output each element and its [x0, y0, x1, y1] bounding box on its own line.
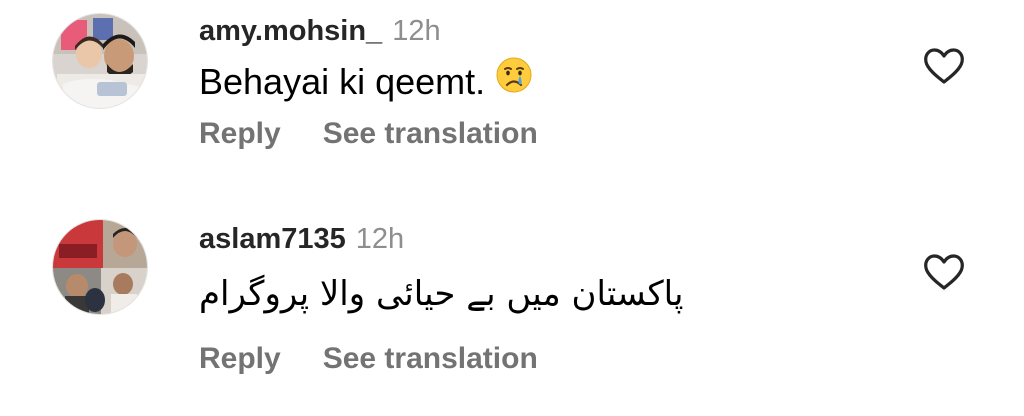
avatar[interactable]	[52, 13, 148, 109]
comment-text: Behayai ki qeemt.	[199, 57, 533, 104]
timestamp: 12h	[392, 15, 441, 47]
see-translation-button[interactable]: See translation	[323, 117, 538, 150]
timestamp: 12h	[355, 223, 405, 255]
heart-outline-icon[interactable]	[922, 46, 966, 86]
comment-text: پاکستان میں بے حیائی والا پروگرام	[199, 272, 683, 316]
comment-header: amy.mohsin_ 12h	[199, 14, 441, 48]
username[interactable]: amy.mohsin_	[199, 15, 382, 47]
comment-actions: Reply See translation	[199, 341, 538, 377]
see-translation-button[interactable]: See translation	[323, 342, 538, 375]
comment-header: aslam7135 12h	[199, 222, 404, 256]
reply-button[interactable]: Reply	[199, 117, 281, 150]
reply-button[interactable]: Reply	[199, 342, 281, 375]
comment-body: پاکستان میں بے حیائی والا پروگرام	[199, 274, 684, 314]
heart-outline-icon[interactable]	[922, 252, 966, 292]
comment-item: aslam7135 12h پاکستان میں بے حیائی والا پ…	[0, 208, 1024, 416]
crying-face-emoji-icon	[495, 56, 533, 104]
comment-body: Behayai ki qeemt.	[199, 61, 486, 102]
comment-actions: Reply See translation	[199, 116, 538, 152]
username[interactable]: aslam7135	[199, 223, 346, 255]
comment-item: amy.mohsin_ 12h Behayai ki qeemt. Reply Se…	[0, 0, 1024, 200]
avatar[interactable]	[52, 219, 148, 315]
